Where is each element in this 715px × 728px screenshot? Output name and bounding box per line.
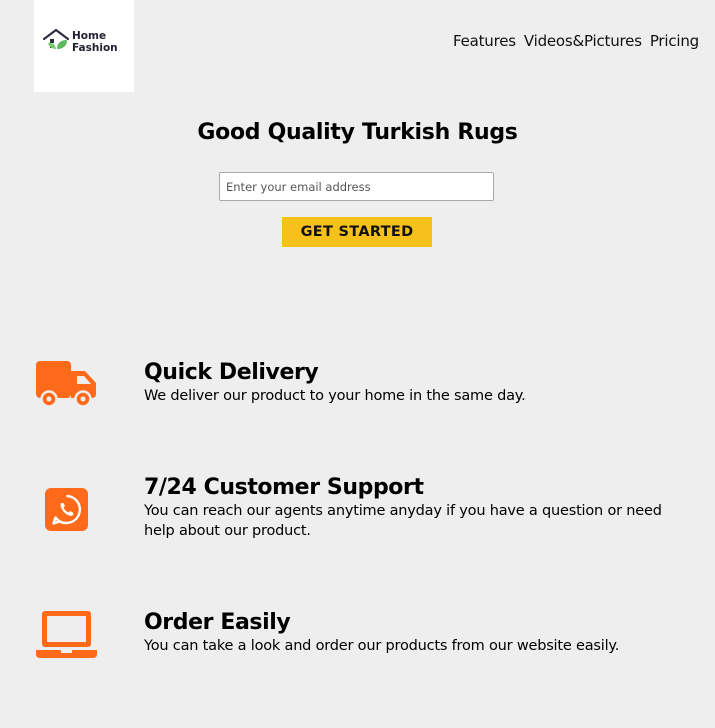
get-started-button[interactable]: GET STARTED xyxy=(282,217,432,247)
laptop-icon xyxy=(36,611,97,658)
whatsapp-icon xyxy=(45,488,88,531)
email-input[interactable] xyxy=(219,172,494,201)
feature-description: You can reach our agents anytime anyday … xyxy=(144,503,662,539)
feature-text: Quick Delivery We deliver our product to… xyxy=(144,360,685,406)
brand-logo[interactable]: Home Fashion xyxy=(34,0,134,92)
house-icon xyxy=(42,28,70,49)
hero-title: Good Quality Turkish Rugs xyxy=(197,120,518,145)
nav-link-videos-pictures[interactable]: Videos&Pictures xyxy=(524,32,642,50)
feature-title: 7/24 Customer Support xyxy=(144,475,424,500)
truck-icon xyxy=(36,361,96,408)
feature-text: 7/24 Customer Support You can reach our … xyxy=(144,475,685,541)
feature-title: Quick Delivery xyxy=(144,360,319,385)
nav-link-pricing[interactable]: Pricing xyxy=(650,32,699,50)
brand-line-1: Home xyxy=(72,30,107,42)
brand-line-2: Fashion xyxy=(72,42,118,54)
feature-description: You can take a look and order our produc… xyxy=(144,638,620,654)
feature-title: Order Easily xyxy=(144,610,291,635)
feature-description: We deliver our product to your home in t… xyxy=(144,388,526,404)
brand-name: Home Fashion xyxy=(72,30,118,54)
nav-link-features[interactable]: Features xyxy=(453,32,516,50)
main-nav: Features Videos&Pictures Pricing xyxy=(453,32,699,50)
feature-text: Order Easily You can take a look and ord… xyxy=(144,610,685,656)
